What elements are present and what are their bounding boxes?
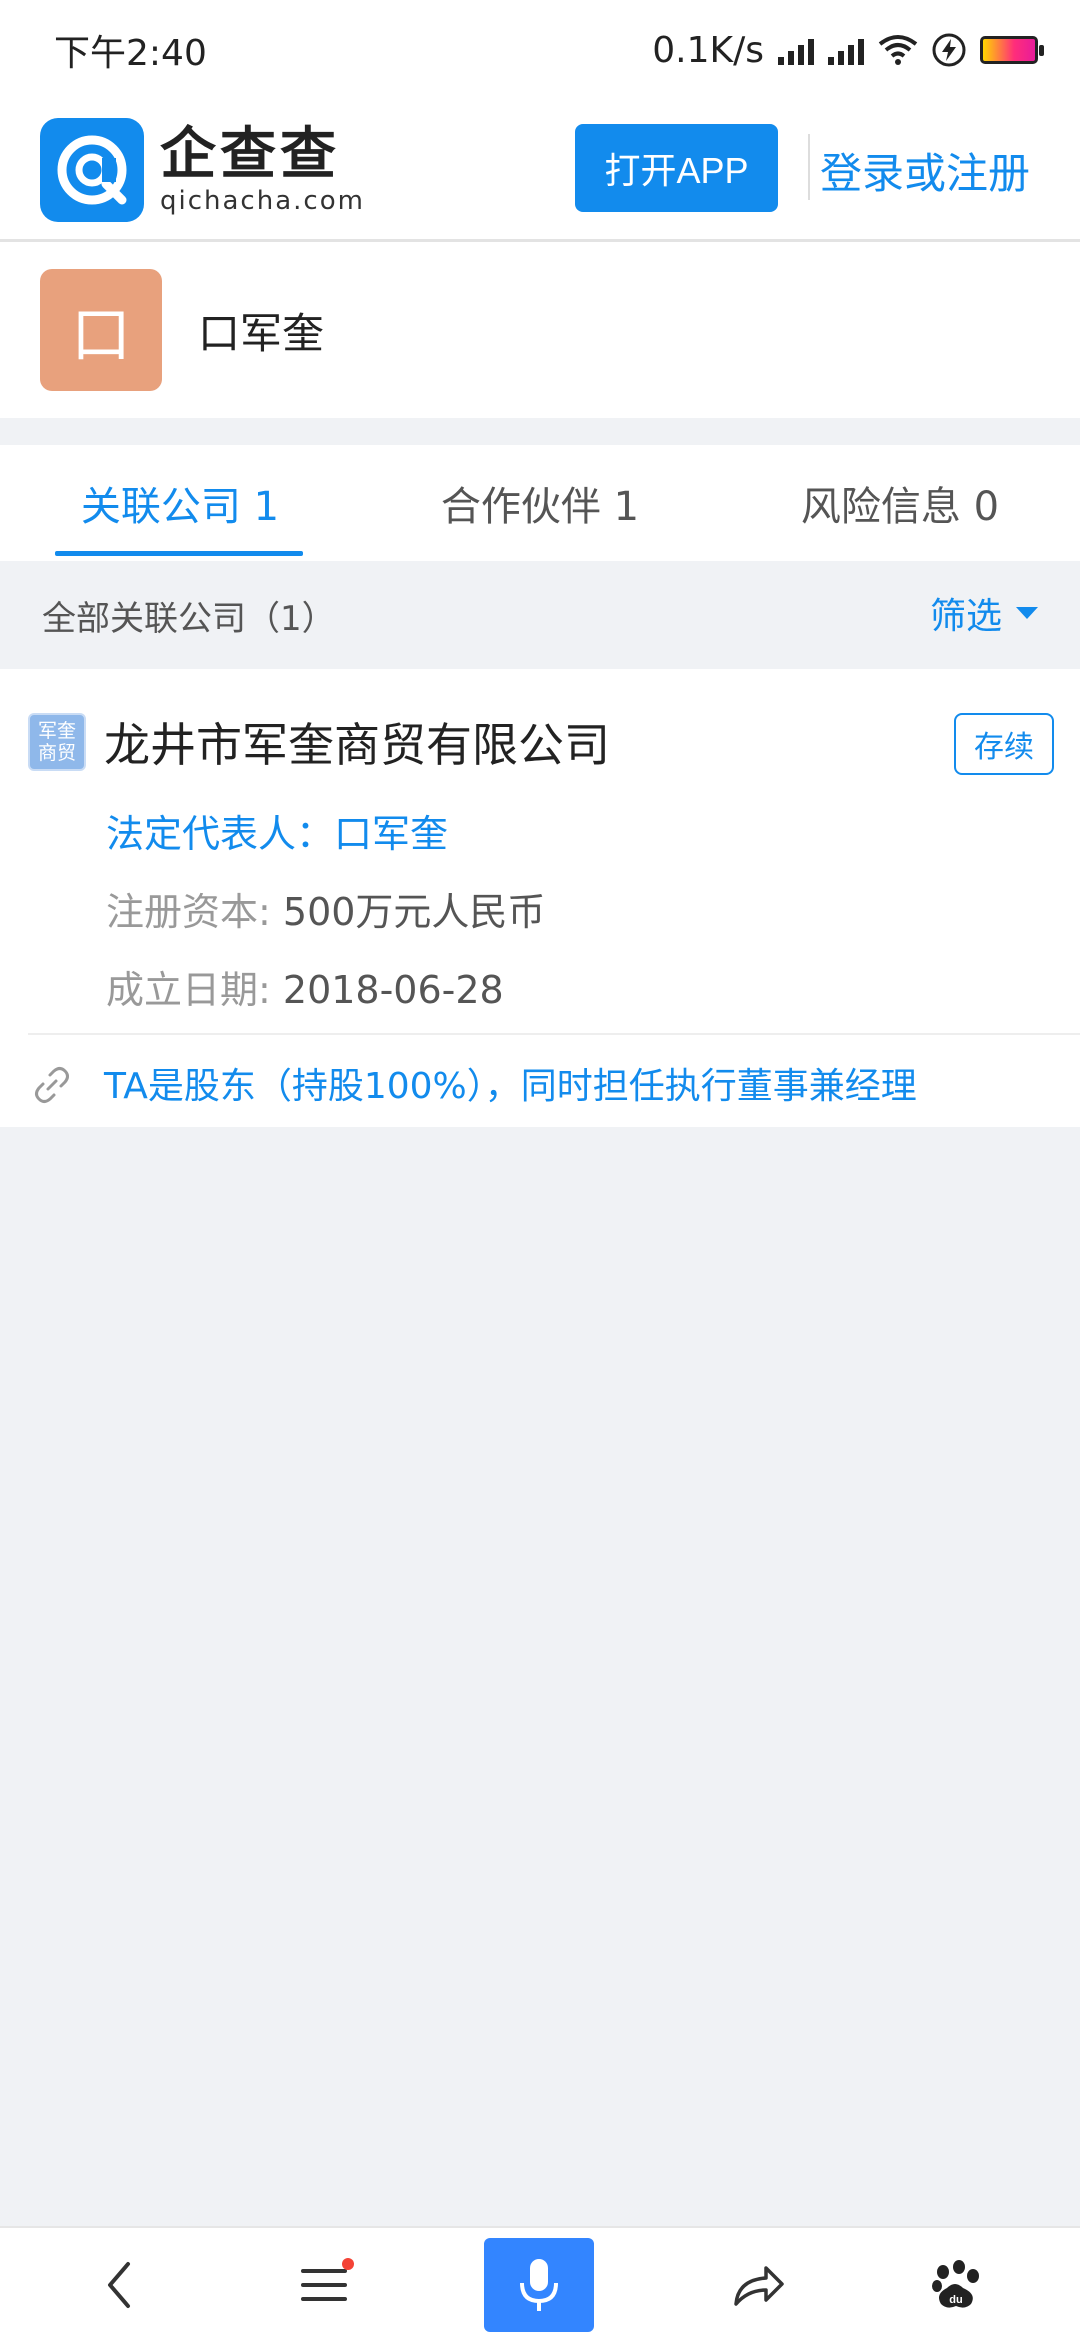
status-time: 下午2:40 [54, 33, 207, 74]
list-summary: 全部关联公司（1） [42, 598, 336, 639]
voice-search-button[interactable] [484, 2238, 594, 2332]
status-icons: 0.1K/s [652, 29, 1044, 71]
company-card[interactable]: 军奎 商贸 龙井市军奎商贸有限公司 存续 法定代表人：口军奎 注册资本: 500… [0, 669, 1080, 1127]
header-divider [808, 134, 810, 200]
net-speed: 0.1K/s [652, 29, 764, 71]
share-button[interactable] [698, 2228, 818, 2340]
legal-representative[interactable]: 法定代表人：口军奎 [106, 803, 448, 858]
person-name: 口军奎 [198, 308, 325, 358]
open-app-button[interactable]: 打开APP [575, 124, 778, 212]
company-logo: 军奎 商贸 [28, 713, 86, 771]
back-button[interactable] [60, 2228, 180, 2340]
logo-en: qichacha.com [160, 185, 365, 216]
registered-capital: 注册资本: 500万元人民币 [106, 890, 546, 934]
lightning-icon [932, 33, 966, 67]
signal-icon-2 [828, 35, 864, 65]
mic-icon [520, 2259, 558, 2311]
person-header: 口 口军奎 [0, 242, 1080, 418]
battery-icon [980, 36, 1044, 64]
status-badge: 存续 [954, 713, 1054, 775]
company-name[interactable]: 龙井市军奎商贸有限公司 [104, 709, 610, 775]
baidu-home-button[interactable]: du [896, 2228, 1016, 2340]
share-icon [734, 2266, 784, 2306]
card-divider [28, 1033, 1080, 1035]
tab-partners[interactable]: 合作伙伴 1 [360, 445, 720, 561]
filter-button[interactable]: 筛选 [930, 587, 1038, 639]
back-icon [108, 2262, 130, 2308]
status-bar: 下午2:40 0.1K/s [0, 0, 1080, 100]
wifi-icon [878, 35, 918, 65]
tab-bar: 关联公司 1 合作伙伴 1 风险信息 0 [0, 445, 1080, 561]
svg-text:du: du [949, 2294, 962, 2306]
menu-icon [301, 2269, 347, 2301]
baidu-paw-icon: du [932, 2260, 979, 2308]
tab-related-companies[interactable]: 关联公司 1 [0, 445, 360, 561]
filter-label: 筛选 [929, 596, 1002, 637]
caret-down-icon [1016, 607, 1038, 619]
active-tab-indicator [55, 551, 303, 556]
link-icon [35, 1067, 69, 1103]
signal-icon [778, 35, 814, 65]
filter-bar: 全部关联公司（1） 筛选 [0, 561, 1080, 669]
browser-bottom-bar: du [0, 2226, 1080, 2340]
logo-text: 企查查 qichacha.com [160, 121, 365, 216]
founding-date: 成立日期: 2018-06-28 [106, 968, 504, 1012]
logo-cn: 企查查 [160, 121, 340, 187]
qichacha-logo-icon[interactable] [40, 117, 144, 222]
login-register-link[interactable]: 登录或注册 [820, 140, 1030, 201]
avatar: 口 [40, 269, 162, 391]
relation-text[interactable]: TA是股东（持股100%），同时担任执行董事兼经理 [104, 1057, 917, 1109]
tab-risk-info[interactable]: 风险信息 0 [720, 445, 1080, 561]
site-header: 企查查 qichacha.com 打开APP 登录或注册 [0, 100, 1080, 242]
notification-dot [342, 2258, 354, 2270]
menu-button[interactable] [264, 2228, 384, 2340]
